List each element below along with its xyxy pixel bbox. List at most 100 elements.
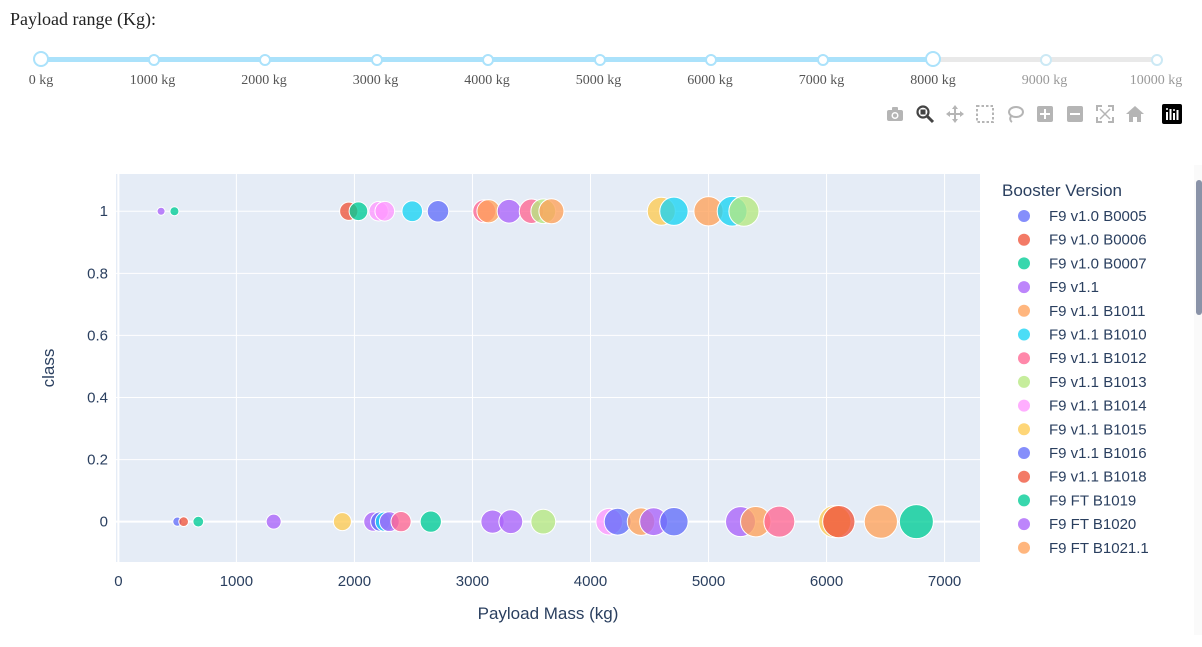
y-axis-title: class: [39, 349, 58, 388]
camera-icon[interactable]: [884, 103, 906, 125]
slider-step-dot[interactable]: [1039, 54, 1052, 66]
lasso-icon[interactable]: [1004, 103, 1026, 125]
autoscale-icon[interactable]: [1094, 103, 1116, 125]
data-point[interactable]: [538, 198, 565, 225]
data-point[interactable]: [178, 516, 189, 528]
slider-label: Payload range (Kg):: [10, 9, 156, 29]
data-point[interactable]: [898, 504, 934, 540]
legend-entry-label: F9 v1.1 B1018: [1049, 469, 1147, 486]
home-icon[interactable]: [1124, 103, 1146, 125]
data-point[interactable]: [374, 200, 396, 222]
legend-marker[interactable]: [1018, 423, 1030, 436]
legend-marker[interactable]: [1018, 494, 1030, 507]
legend-marker[interactable]: [1018, 518, 1030, 531]
slider-mark-label: 9000 kg: [1021, 73, 1068, 88]
legend-marker[interactable]: [1018, 399, 1030, 412]
y-tick-label: 0: [100, 514, 108, 531]
legend-entry-label: F9 v1.1 B1014: [1049, 398, 1147, 415]
plotly-logo-icon[interactable]: [1162, 104, 1182, 124]
slider-step-dot[interactable]: [705, 54, 717, 66]
slider-mark-label: 4000 kg: [464, 73, 510, 88]
x-tick-label: 4000: [574, 573, 607, 590]
zoom-icon[interactable]: [914, 103, 936, 125]
page-scrollbar-thumb[interactable]: [1196, 180, 1202, 315]
y-tick-label: 0.4: [87, 389, 108, 406]
data-point[interactable]: [822, 504, 856, 539]
legend-marker[interactable]: [1018, 375, 1030, 388]
zoom-out-icon[interactable]: [1064, 103, 1086, 125]
legend-marker[interactable]: [1018, 541, 1030, 554]
legend-marker[interactable]: [1018, 304, 1030, 317]
payload-range-slider[interactable]: 0 kg 1000 kg 2000 kg 3000 kg 4000 kg 5000 kg 6…: [0, 40, 1202, 102]
y-tick-label: 0.8: [87, 265, 108, 282]
legend-title: Booster Version: [1002, 181, 1122, 200]
x-tick-label: 7000: [928, 573, 961, 590]
slider-step-dot[interactable]: [482, 54, 494, 66]
box-select-icon[interactable]: [974, 103, 996, 125]
slider-min-handle[interactable]: [33, 51, 49, 67]
slider-mark-label: 7000 kg: [798, 73, 845, 88]
legend-marker[interactable]: [1018, 257, 1030, 270]
slider-step-dot[interactable]: [259, 54, 271, 66]
data-point[interactable]: [863, 504, 898, 539]
data-point[interactable]: [192, 515, 205, 528]
slider-step-dot[interactable]: [147, 54, 160, 66]
legend-marker[interactable]: [1018, 233, 1030, 246]
slider-step-dot[interactable]: [370, 54, 383, 66]
x-tick-label: 5000: [692, 573, 725, 590]
legend-entry-label: F9 v1.1 B1011: [1049, 303, 1145, 320]
data-point[interactable]: [348, 201, 369, 222]
plot-area[interactable]: [116, 174, 980, 562]
data-point[interactable]: [659, 196, 689, 226]
slider-step-dot[interactable]: [816, 54, 829, 66]
data-point[interactable]: [156, 206, 166, 216]
x-tick-label: 1000: [220, 573, 253, 590]
data-point[interactable]: [265, 513, 282, 530]
legend-marker[interactable]: [1018, 210, 1030, 222]
data-point[interactable]: [401, 200, 424, 223]
legend-marker[interactable]: [1018, 281, 1030, 294]
data-point[interactable]: [332, 512, 352, 532]
legend-entry-label: F9 FT B1021.1: [1049, 540, 1149, 557]
slider-mark-label: 0 kg: [28, 73, 54, 88]
data-point[interactable]: [530, 508, 557, 535]
legend-entry-label: F9 v1.0 B0005: [1049, 208, 1147, 225]
payload-scatter-chart[interactable]: 0 1000 2000 3000 4000 5000 6000 7000 0 0.2 0.4 0.6 0…: [0, 160, 1190, 640]
x-axis-title: Payload Mass (kg): [478, 604, 619, 623]
data-point[interactable]: [419, 510, 442, 533]
data-point[interactable]: [659, 506, 689, 537]
legend-marker[interactable]: [1018, 470, 1030, 483]
slider-max-handle[interactable]: [925, 51, 941, 67]
data-point[interactable]: [763, 505, 796, 538]
data-point[interactable]: [496, 198, 522, 224]
legend-entry-label: F9 v1.1 B1016: [1049, 445, 1147, 462]
x-tick-label: 6000: [810, 573, 843, 590]
pan-icon[interactable]: [944, 103, 966, 125]
legend-marker[interactable]: [1018, 352, 1030, 365]
legend-marker[interactable]: [1018, 447, 1030, 459]
slider-mark-label: 3000 kg: [352, 73, 399, 88]
y-tick-label: 1: [100, 203, 108, 220]
legend-entry-label: F9 v1.0 B0006: [1049, 232, 1147, 249]
data-point[interactable]: [728, 195, 760, 227]
slider-mark-label: 2000 kg: [241, 73, 287, 88]
slider-step-dot[interactable]: [593, 54, 606, 66]
zoom-in-icon[interactable]: [1034, 103, 1056, 125]
legend-entry-label: F9 v1.1 B1010: [1049, 327, 1147, 344]
legend-entry-label: F9 FT B1019: [1049, 492, 1136, 509]
data-point[interactable]: [426, 199, 450, 223]
slider-step-dot[interactable]: [1151, 54, 1163, 66]
legend-marker[interactable]: [1018, 328, 1030, 341]
data-point[interactable]: [498, 509, 524, 535]
legend-entry-label: F9 v1.1 B1013: [1049, 374, 1147, 391]
data-point[interactable]: [390, 511, 412, 533]
data-point[interactable]: [169, 206, 180, 217]
slider-mark-label: 8000 kg: [910, 73, 956, 88]
legend-entry-label: F9 v1.1 B1012: [1049, 350, 1147, 367]
data-point[interactable]: [476, 199, 501, 224]
x-tick-label: 2000: [338, 573, 371, 590]
y-tick-label: 0.2: [87, 452, 108, 469]
slider-mark-label: 10000 kg: [1129, 73, 1183, 88]
slider-mark-label: 1000 kg: [129, 73, 176, 88]
legend-entry-label: F9 v1.0 B0007: [1049, 255, 1147, 272]
